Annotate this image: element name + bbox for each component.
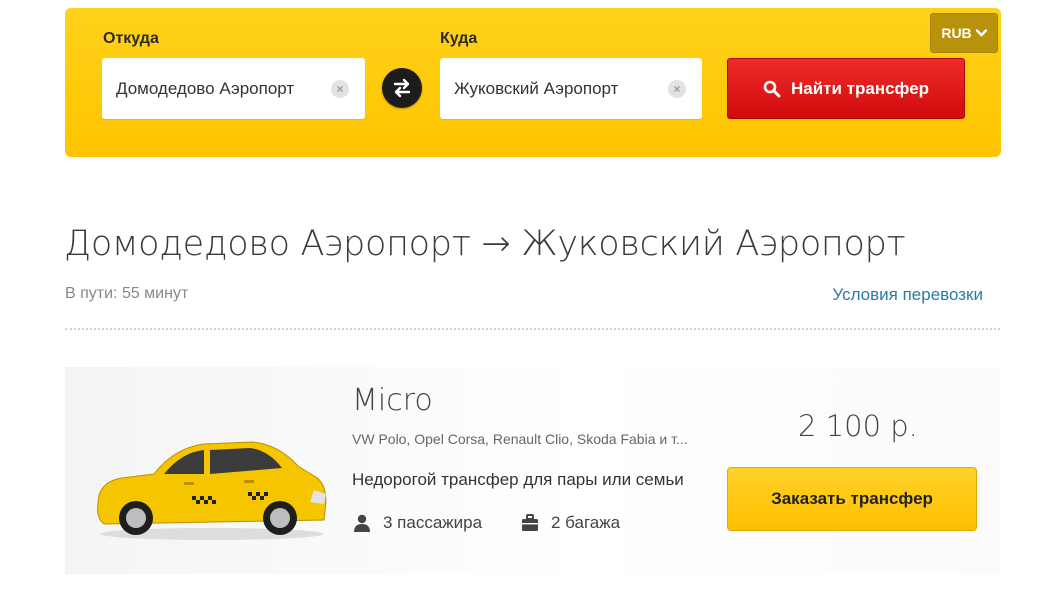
taxi-car-image bbox=[97, 441, 327, 540]
currency-label: RUB bbox=[941, 25, 972, 41]
user-icon bbox=[353, 514, 371, 532]
search-panel: Откуда Домодедово Аэропорт × Куда Жуковс… bbox=[65, 8, 1001, 157]
swap-arrows-icon bbox=[393, 78, 411, 98]
to-label: Куда bbox=[440, 30, 478, 47]
order-transfer-button[interactable]: Заказать трансфер bbox=[727, 467, 977, 531]
passengers-feature: 3 пассажира bbox=[353, 513, 482, 533]
from-label: Откуда bbox=[103, 30, 159, 47]
luggage-count: 2 багажа bbox=[551, 513, 621, 532]
chevron-down-icon bbox=[975, 29, 987, 37]
luggage-feature: 2 багажа bbox=[521, 513, 620, 533]
car-class-name: Micro bbox=[352, 383, 433, 418]
suitcase-icon bbox=[521, 514, 539, 532]
divider bbox=[65, 328, 1000, 330]
from-field-value: Домодедово Аэропорт bbox=[116, 78, 295, 98]
offer-card: Micro VW Polo, Opel Corsa, Renault Clio,… bbox=[65, 367, 1000, 574]
from-field[interactable]: Домодедово Аэропорт × bbox=[102, 58, 365, 119]
car-models: VW Polo, Opel Corsa, Renault Clio, Skoda… bbox=[352, 431, 688, 447]
passengers-count: 3 пассажира bbox=[383, 513, 483, 532]
search-button-label: Найти трансфер bbox=[790, 78, 930, 98]
terms-link[interactable]: Условия перевозки bbox=[832, 285, 983, 305]
page-title: Домодедово Аэропорт → Жуковский Аэропорт bbox=[64, 224, 906, 264]
clear-icon[interactable]: × bbox=[331, 79, 349, 98]
currency-selector[interactable]: RUB bbox=[930, 13, 998, 53]
travel-time: В пути: 55 минут bbox=[65, 285, 189, 302]
to-field-value: Жуковский Аэропорт bbox=[454, 78, 619, 98]
price: 2 100 р. bbox=[798, 409, 918, 443]
search-button[interactable]: Найти трансфер bbox=[727, 58, 965, 119]
car-description: Недорогой трансфер для пары или семьи bbox=[352, 470, 684, 489]
swap-button[interactable] bbox=[382, 68, 422, 108]
clear-icon[interactable]: × bbox=[668, 79, 686, 98]
search-icon bbox=[763, 80, 781, 98]
to-field[interactable]: Жуковский Аэропорт × bbox=[440, 58, 702, 119]
